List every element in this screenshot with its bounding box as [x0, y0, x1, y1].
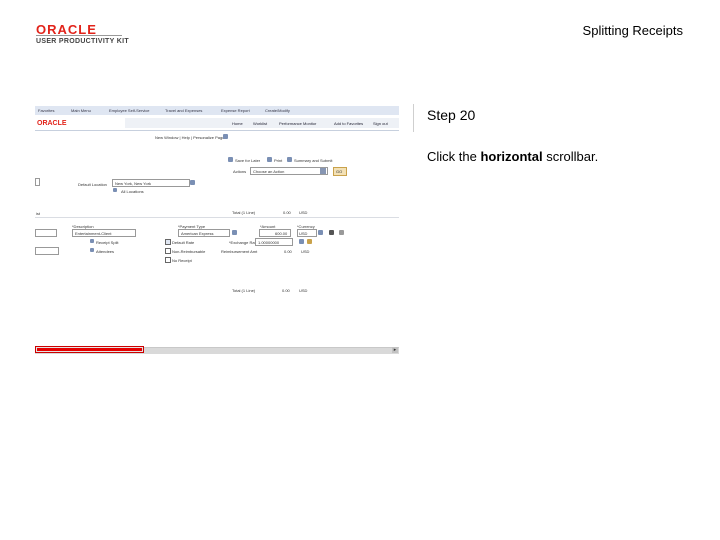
- summary-submit-link[interactable]: Summary and Submit: [294, 158, 332, 163]
- total-label-bottom: Total (1 Line): [232, 288, 256, 293]
- cut-field-left[interactable]: [35, 178, 40, 186]
- delete-row-icon[interactable]: [339, 230, 344, 235]
- nav-favorites[interactable]: Favorites: [38, 108, 54, 113]
- total-value: 0.00: [283, 210, 291, 215]
- default-rate-label: Default Rate: [172, 240, 195, 245]
- logo-rule: [36, 35, 122, 36]
- save-for-later-link[interactable]: Save for Later: [235, 158, 260, 163]
- reimbursement-label: Reimbursement Amt: [221, 249, 258, 254]
- actions-label: Actions: [233, 169, 247, 174]
- total-label: Total (1 Line): [232, 210, 256, 215]
- step-number: Step 20: [427, 107, 476, 123]
- toolbar-add-favorites[interactable]: Add to Favorites: [334, 121, 363, 126]
- reimbursement-currency: USD: [301, 249, 310, 254]
- page-link-icon: [223, 134, 228, 139]
- attendees-link[interactable]: Attendees: [96, 249, 114, 254]
- toolbar-home[interactable]: Home: [232, 121, 243, 126]
- page-links[interactable]: New Window | Help | Personalize Page: [155, 135, 224, 140]
- insert-row-icon[interactable]: [329, 230, 334, 235]
- application-screenshot: Favorites Main Menu Employee Self-Servic…: [35, 106, 399, 356]
- instruction-suffix: scrollbar.: [542, 149, 599, 164]
- all-locations-link[interactable]: All Locations: [121, 189, 144, 194]
- print-link[interactable]: Print: [274, 158, 282, 163]
- total-currency: USD: [299, 210, 308, 215]
- dropdown-arrow-icon[interactable]: [320, 168, 326, 174]
- scrollbar-highlight[interactable]: [37, 348, 142, 351]
- cut-field-row2[interactable]: [35, 247, 59, 255]
- toolbar-worklist[interactable]: Worklist: [253, 121, 267, 126]
- default-location-label: Default Location: [78, 182, 107, 187]
- calculator-icon[interactable]: [232, 230, 237, 235]
- go-label: GO: [336, 169, 343, 174]
- all-locations-icon: [113, 188, 117, 192]
- nav-main-menu[interactable]: Main Menu: [71, 108, 91, 113]
- lookup-icon[interactable]: [190, 180, 195, 185]
- reimbursement-value: 0.00: [284, 249, 292, 254]
- cut-field-row[interactable]: [35, 229, 57, 237]
- nav-employee-self-service[interactable]: Employee Self-Service: [109, 108, 149, 113]
- calendar-icon[interactable]: [307, 239, 312, 244]
- receipt-split-icon: [90, 239, 94, 243]
- currency-value: USD: [299, 231, 308, 236]
- nav-expense-report[interactable]: Expense Report: [221, 108, 250, 113]
- toolbar-performance-monitor[interactable]: Performance Monitor: [279, 121, 316, 126]
- non-reimbursable-label: Non-Reimbursable: [172, 249, 206, 254]
- default-rate-checkbox[interactable]: [165, 239, 171, 245]
- non-reimbursable-checkbox[interactable]: [165, 248, 171, 254]
- app-brand-logo: ORACLE: [37, 120, 67, 127]
- toolbar-sign-out[interactable]: Sign out: [373, 121, 388, 126]
- no-receipt-checkbox[interactable]: [165, 257, 171, 263]
- upk-logo-text: USER PRODUCTIVITY KIT: [36, 38, 129, 45]
- no-receipt-label: No Receipt: [172, 258, 192, 263]
- payment-type-value: American Express: [181, 231, 214, 236]
- list-label-left: ist: [36, 211, 40, 216]
- instruction-text: Click the horizontal scrollbar.: [427, 149, 598, 164]
- amount-value: 600.00: [275, 231, 288, 236]
- refresh-icon[interactable]: [299, 239, 304, 244]
- scroll-right-arrow-icon[interactable]: ▸: [392, 347, 398, 353]
- instruction-prefix: Click the: [427, 149, 481, 164]
- section-divider: [35, 217, 399, 218]
- attendees-icon: [90, 248, 94, 252]
- actions-value: Choose an Action: [253, 169, 285, 174]
- description-value: Entertainment-Client: [75, 231, 112, 236]
- print-icon: [267, 157, 272, 162]
- document-title: Splitting Receipts: [582, 23, 683, 38]
- total-currency-bottom: USD: [299, 288, 308, 293]
- save-icon: [228, 157, 233, 162]
- default-location-value: New York, New York: [115, 181, 152, 186]
- summary-icon: [287, 157, 292, 162]
- header-divider: [35, 130, 399, 131]
- exchange-rate-label: *Exchange Rate: [229, 240, 258, 245]
- nav-create-modify[interactable]: Create/Modify: [265, 108, 290, 113]
- nav-travel-expenses[interactable]: Travel and Expenses: [165, 108, 202, 113]
- instruction-emphasis: horizontal: [480, 149, 543, 164]
- total-value-bottom: 0.00: [282, 288, 290, 293]
- exchange-rate-value: 1.00000000: [258, 240, 280, 245]
- receipt-split-link[interactable]: Receipt Split: [96, 240, 118, 245]
- instruction-divider: [413, 104, 414, 132]
- currency-lookup-icon[interactable]: [318, 230, 323, 235]
